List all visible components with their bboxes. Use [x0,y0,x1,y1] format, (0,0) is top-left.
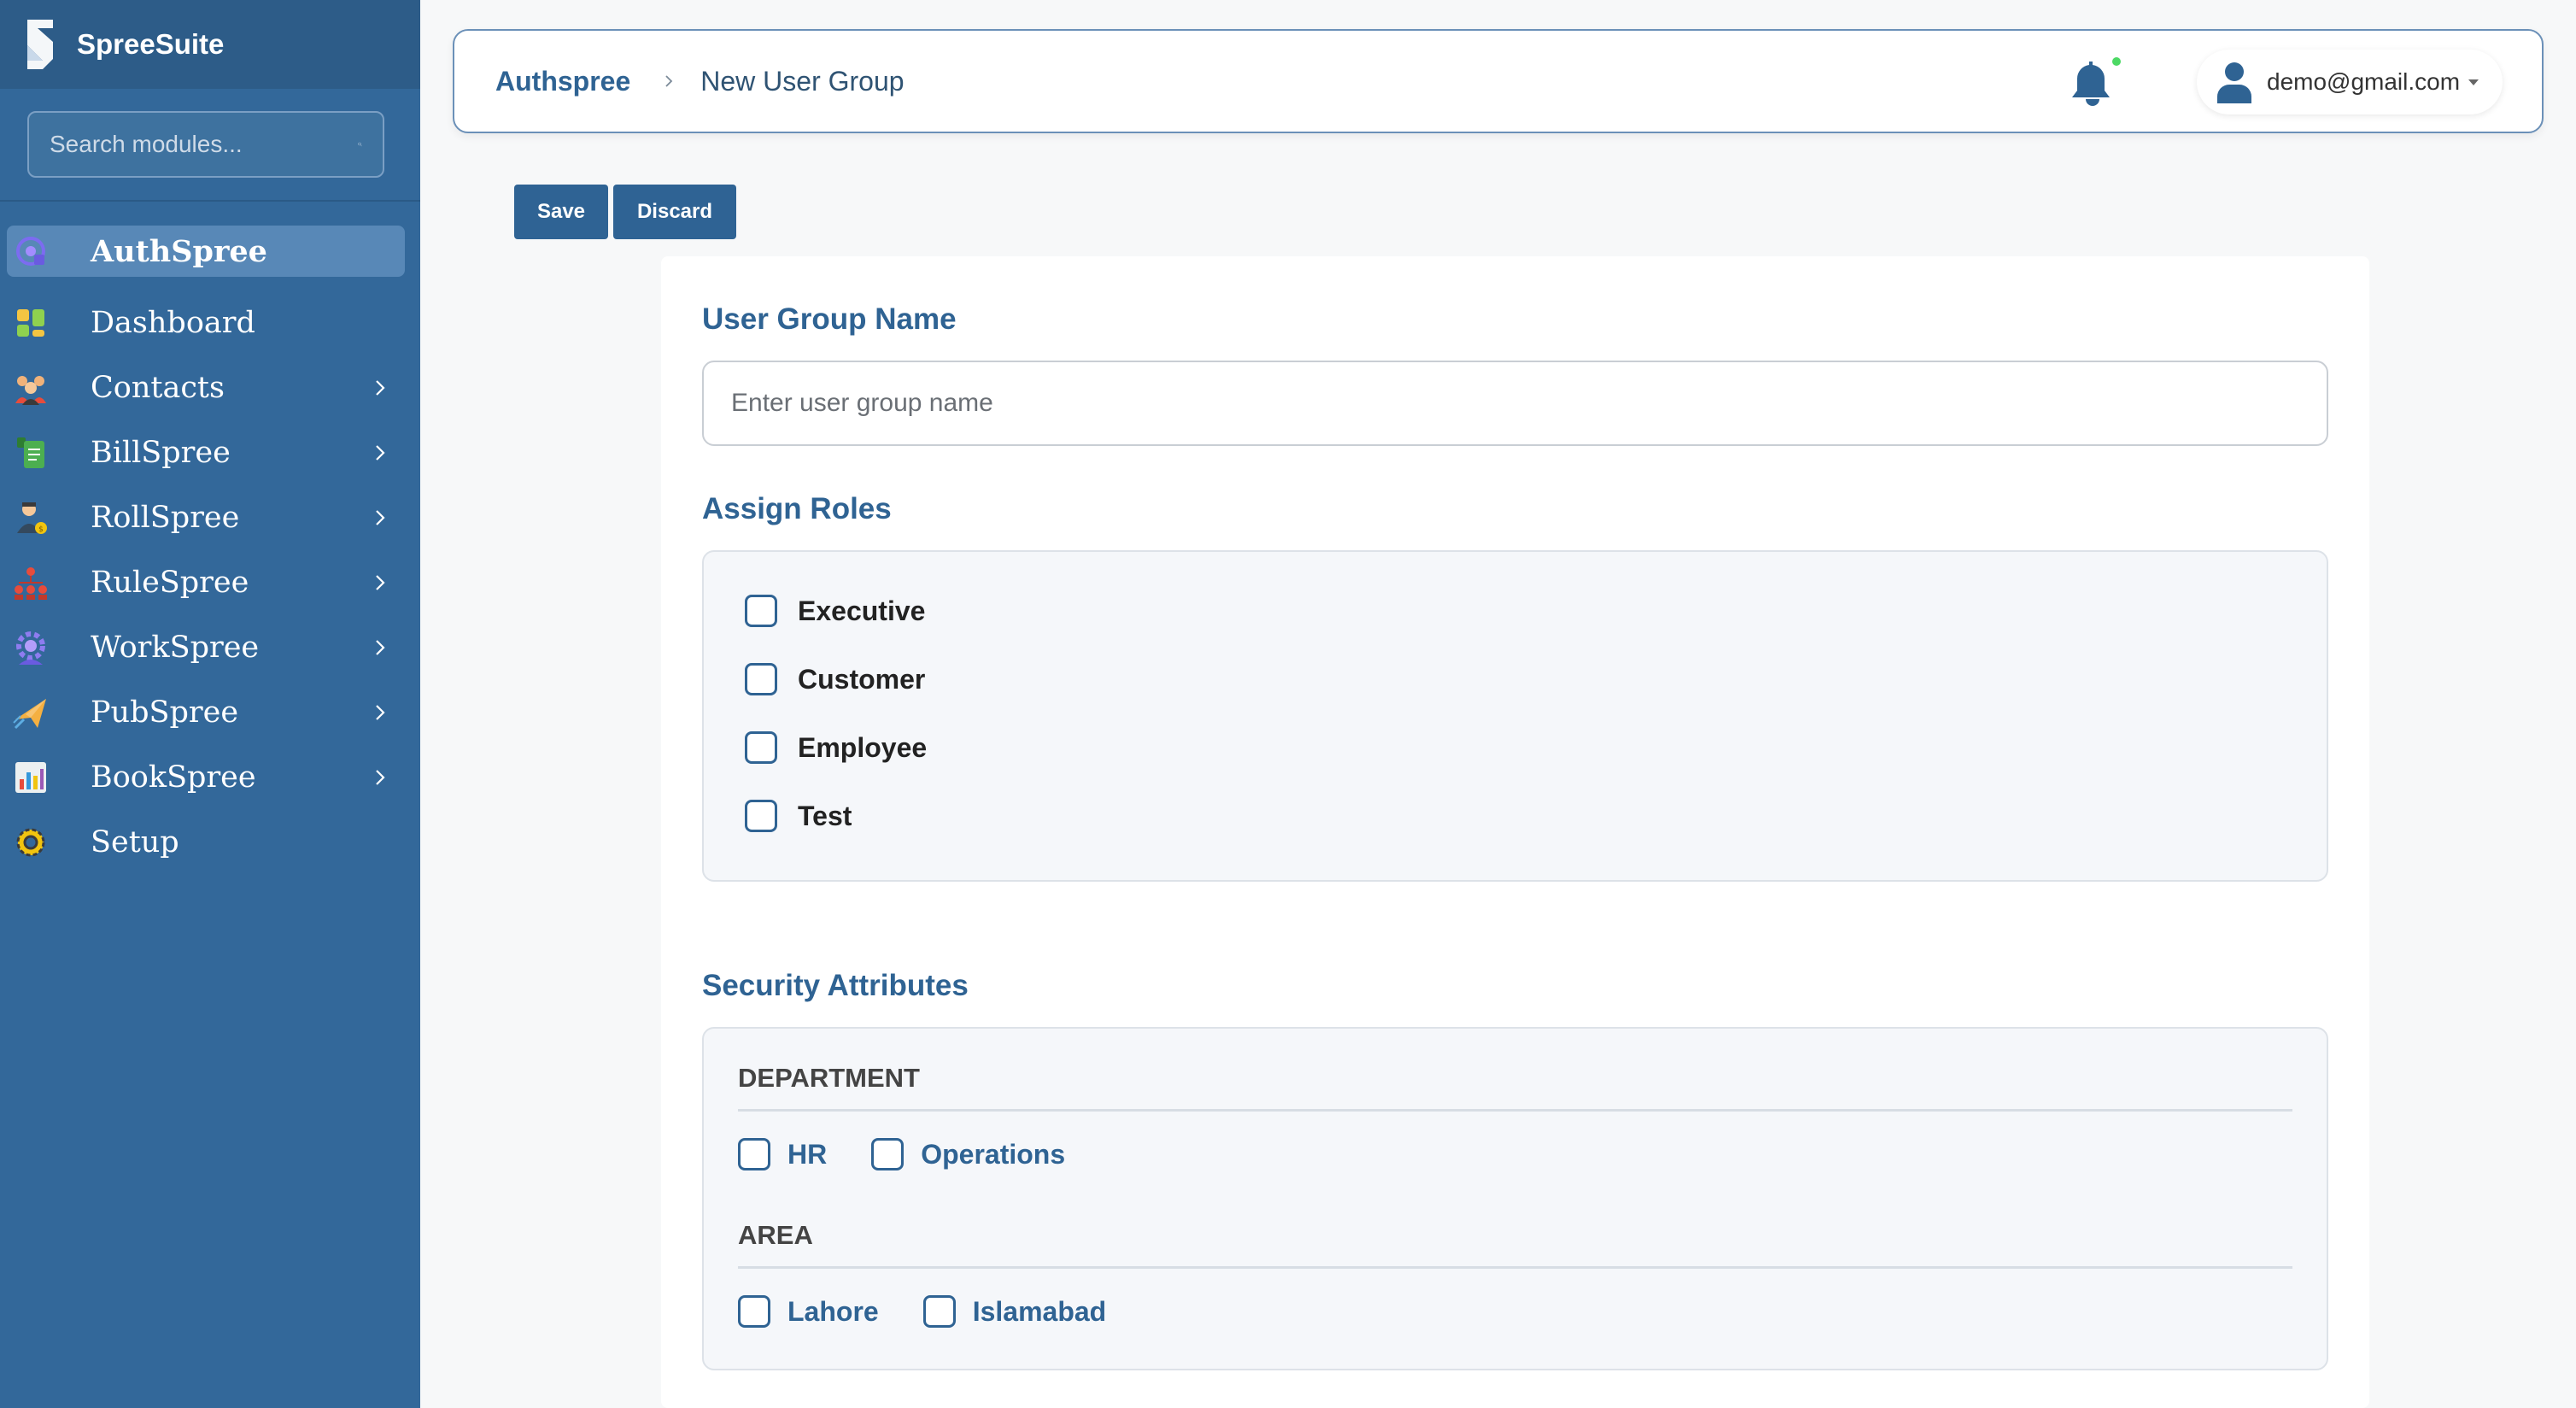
top-header: Authspree New User Group demo@gmail.com [453,29,2544,133]
role-option-executive[interactable]: Executive [745,595,925,627]
attribute-heading-department: DEPARTMENT [738,1063,2292,1112]
app-name: SpreeSuite [77,28,225,60]
attribute-checkbox[interactable] [922,1295,956,1328]
sidebar-item-label: PubSpree [91,695,239,730]
sidebar-item-pubspree[interactable]: PubSpree [7,680,405,745]
search-area [0,89,420,202]
chevron-right-icon [376,380,385,396]
spreesuite-logo-icon [27,20,53,69]
breadcrumb-current: New User Group [700,65,905,97]
sidebar-item-authspree[interactable]: AuthSpree [7,226,405,277]
attribute-checkbox[interactable] [738,1295,770,1328]
workspree-icon [10,627,51,668]
attribute-label: Lahore [787,1295,879,1327]
attribute-option-hr[interactable]: HR [738,1138,827,1170]
attribute-label: Operations [921,1138,1066,1170]
user-avatar-icon [2217,62,2251,103]
sidebar-item-label: WorkSpree [91,631,260,665]
save-button[interactable]: Save [514,185,608,239]
role-label: Employee [798,731,928,763]
discard-button[interactable]: Discard [613,185,736,239]
sidebar-item-label: RollSpree [91,501,240,535]
security-attributes-box: DEPARTMENT HR Operations AREA Lahore Isl… [702,1027,2328,1370]
chevron-right-icon [376,640,385,655]
sidebar-item-billspree[interactable]: BillSpree [7,420,405,485]
attribute-option-lahore[interactable]: Lahore [738,1295,879,1328]
brand[interactable]: SpreeSuite [0,0,420,89]
chevron-right-icon [376,510,385,525]
attribute-label: Islamabad [972,1295,1107,1327]
role-option-test[interactable]: Test [745,800,852,832]
sidebar-item-workspree[interactable]: WorkSpree [7,615,405,680]
svg-text:$: $ [38,525,44,534]
module-search-input[interactable] [50,131,358,158]
security-attributes-title: Security Attributes [702,969,969,1002]
attribute-heading-area: AREA [738,1220,2292,1269]
sidebar-item-label: Setup [91,825,179,859]
attribute-option-operations[interactable]: Operations [871,1138,1065,1170]
sidebar-item-rulespree[interactable]: RuleSpree [7,550,405,615]
sidebar-item-label: RuleSpree [91,566,249,600]
attribute-checkbox[interactable] [738,1138,770,1170]
role-checkbox[interactable] [745,800,777,832]
sidebar-item-label: AuthSpree [91,233,267,269]
sidebar-item-bookspree[interactable]: BookSpree [7,745,405,810]
role-option-employee[interactable]: Employee [745,731,927,764]
assign-roles-title: Assign Roles [702,492,892,525]
sidebar-item-dashboard[interactable]: Dashboard [7,290,405,355]
pubspree-icon [10,692,51,733]
user-menu[interactable]: demo@gmail.com [2197,50,2503,114]
user-group-form: User Group Name Assign Roles Executive C… [661,256,2369,1408]
chevron-right-icon [665,75,673,87]
role-checkbox[interactable] [745,595,777,627]
group-name-title: User Group Name [702,302,957,336]
sidebar: SpreeSuite AuthSpree Dashboard [0,0,420,1408]
attribute-label: HR [787,1138,828,1170]
role-label: Executive [798,595,926,626]
group-name-input[interactable] [702,361,2328,446]
sidebar-item-label: Contacts [91,371,225,405]
chevron-right-icon [376,770,385,785]
sidebar-item-label: BookSpree [91,760,256,795]
bookspree-icon [10,757,51,798]
breadcrumb-root-link[interactable]: Authspree [495,66,630,97]
dashboard-icon [10,302,51,343]
rollspree-icon: $ [10,497,51,538]
area-options: Lahore Islamabad [738,1295,1150,1328]
caret-down-icon [2468,79,2479,85]
user-email: demo@gmail.com [2267,68,2461,95]
notification-dot [2112,57,2121,66]
sidebar-nav: AuthSpree Dashboard Contacts BillSpree $ [0,202,420,875]
chevron-right-icon [376,575,385,590]
sidebar-item-label: Dashboard [91,306,255,340]
setup-gear-icon [10,822,51,863]
authspree-icon [10,231,51,272]
roles-box: Executive Customer Employee Test [702,550,2328,882]
search-icon[interactable] [358,132,362,157]
sidebar-item-contacts[interactable]: Contacts [7,355,405,420]
chevron-right-icon [376,445,385,461]
role-label: Customer [798,663,926,695]
role-checkbox[interactable] [745,731,777,764]
attribute-option-islamabad[interactable]: Islamabad [922,1295,1107,1328]
role-option-customer[interactable]: Customer [745,663,925,695]
department-options: HR Operations [738,1138,1109,1170]
search-box [27,111,384,178]
attribute-checkbox[interactable] [871,1138,905,1170]
rulespree-icon [10,562,51,603]
role-label: Test [798,800,852,831]
notification-bell-icon[interactable] [2067,56,2122,111]
sidebar-item-label: BillSpree [91,436,231,470]
billspree-icon [10,432,51,473]
chevron-right-icon [376,705,385,720]
contacts-icon [10,367,51,408]
sidebar-item-setup[interactable]: Setup [7,810,405,875]
role-checkbox[interactable] [745,663,777,695]
sidebar-item-rollspree[interactable]: $ RollSpree [7,485,405,550]
